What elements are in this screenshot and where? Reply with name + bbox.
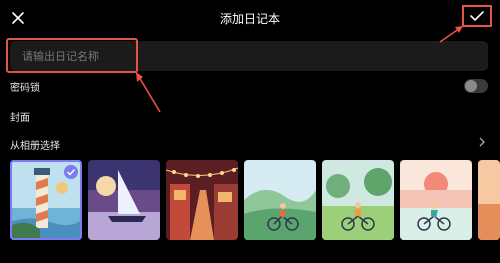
page-title: 添加日记本 [219, 12, 280, 26]
cover-thumb-street-lights[interactable] [166, 160, 238, 240]
album-select-label[interactable]: 从相册选择 [10, 137, 60, 152]
name-highlight-box [6, 38, 138, 73]
password-lock-toggle[interactable] [464, 79, 488, 93]
confirm-highlight-box [462, 5, 492, 27]
header-bar: 添加日记本 [0, 0, 500, 36]
cover-thumb-cyclist-park[interactable] [322, 160, 394, 240]
password-lock-label: 密码锁 [10, 83, 40, 94]
selected-check-icon [64, 165, 78, 179]
cover-thumb-cyclist-hills[interactable] [244, 160, 316, 240]
cover-label: 封面 [10, 113, 30, 124]
toggle-knob [465, 80, 477, 92]
check-icon[interactable] [470, 10, 484, 22]
cover-list [10, 160, 500, 240]
cover-thumb-cyclist-sunset[interactable] [400, 160, 472, 240]
chevron-right-icon[interactable] [478, 137, 486, 147]
cover-thumb-lighthouse[interactable] [10, 160, 82, 240]
cover-thumb-sailboat[interactable] [88, 160, 160, 240]
cover-thumb-partial[interactable] [478, 160, 500, 240]
